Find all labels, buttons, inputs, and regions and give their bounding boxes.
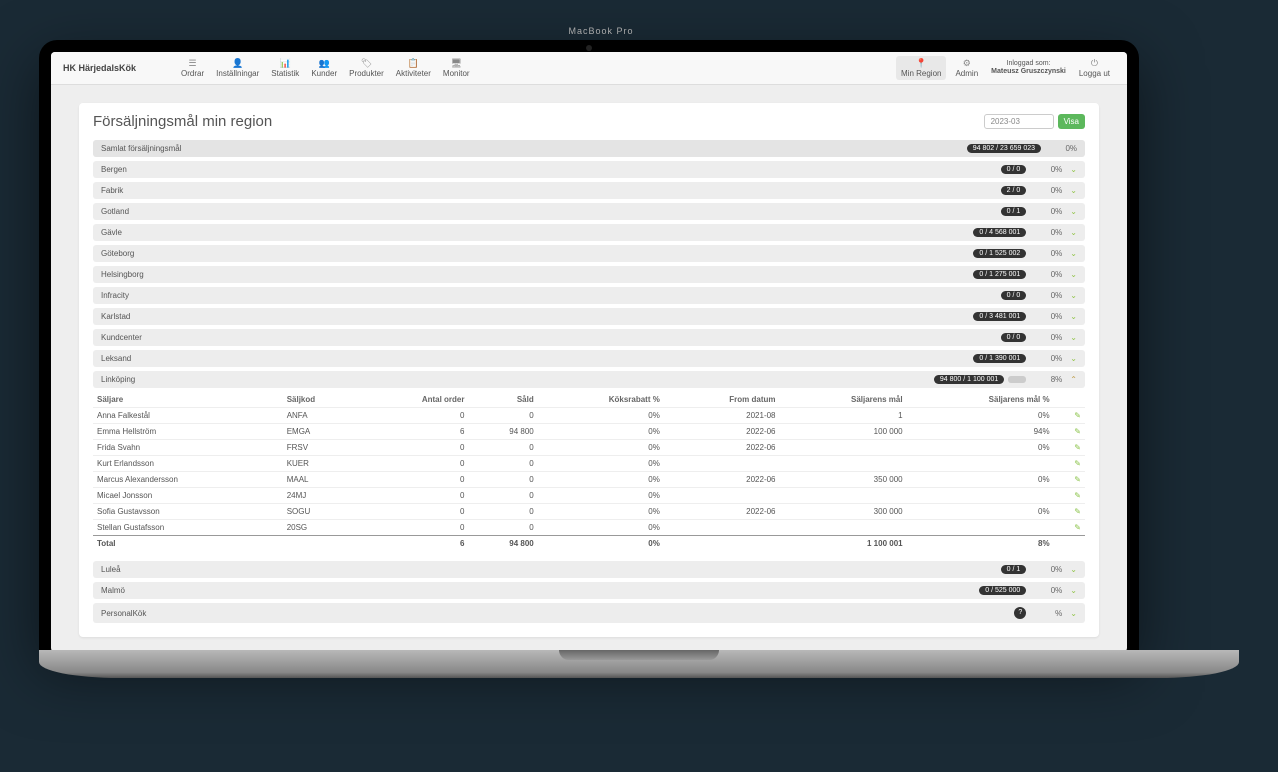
- region-badge: 0 / 0: [1001, 165, 1027, 174]
- expand-icon[interactable]: ⌄: [1070, 270, 1077, 279]
- region-badge: 0 / 1 525 002: [973, 249, 1026, 258]
- table-row: Anna FalkestålANFA000%2021-0810%✎: [93, 408, 1085, 424]
- region-row[interactable]: PersonalKök?%⌄: [93, 603, 1085, 623]
- region-badge: 0 / 1: [1001, 207, 1027, 216]
- region-row[interactable]: Bergen0 / 00%⌄: [93, 161, 1085, 178]
- region-badge: 0 / 525 000: [979, 586, 1026, 595]
- nav-icon: 📊: [271, 58, 299, 69]
- summary-row: Samlat försäljningsmål 94 802 / 23 659 0…: [93, 140, 1085, 157]
- logout-icon: ⏻: [1079, 58, 1110, 69]
- region-row[interactable]: Luleå0 / 10%⌄: [93, 561, 1085, 578]
- nav-admin[interactable]: ⚙Admin: [950, 56, 983, 80]
- region-badge: 0 / 1: [1001, 565, 1027, 574]
- expand-icon[interactable]: ⌄: [1070, 354, 1077, 363]
- nav-icon: 👥: [311, 58, 337, 69]
- nav-aktiviteter[interactable]: 📋Aktiviteter: [391, 56, 436, 80]
- pin-icon: 📍: [901, 58, 941, 69]
- expand-icon[interactable]: ⌄: [1070, 609, 1077, 618]
- expand-icon[interactable]: ⌄: [1070, 291, 1077, 300]
- nav-min-region[interactable]: 📍Min Region: [896, 56, 946, 80]
- navbar: HK HärjedalsKök ☰Ordrar👤Inställningar📊St…: [51, 52, 1127, 85]
- screen: HK HärjedalsKök ☰Ordrar👤Inställningar📊St…: [51, 52, 1127, 652]
- table-row: Emma HellströmEMGA694 8000%2022-06100 00…: [93, 424, 1085, 440]
- region-row[interactable]: Malmö0 / 525 0000%⌄: [93, 582, 1085, 599]
- edit-icon[interactable]: ✎: [1074, 491, 1081, 500]
- region-row[interactable]: Leksand0 / 1 390 0010%⌄: [93, 350, 1085, 367]
- edit-icon[interactable]: ✎: [1074, 411, 1081, 420]
- table-row: Kurt ErlandssonKUER000%✎: [93, 456, 1085, 472]
- collapse-icon[interactable]: ⌃: [1070, 375, 1077, 384]
- region-linkoping[interactable]: Linköping 94 800 / 1 100 001 8% ⌃: [93, 371, 1085, 388]
- edit-icon[interactable]: ✎: [1074, 459, 1081, 468]
- summary-badge: 94 802 / 23 659 023: [967, 144, 1041, 153]
- camera-notch: [586, 45, 592, 51]
- edit-icon[interactable]: ✎: [1074, 443, 1081, 452]
- region-row[interactable]: Infracity0 / 00%⌄: [93, 287, 1085, 304]
- region-row[interactable]: Kundcenter0 / 00%⌄: [93, 329, 1085, 346]
- edit-icon[interactable]: ✎: [1074, 475, 1081, 484]
- date-input[interactable]: [984, 114, 1054, 129]
- nav-inställningar[interactable]: 👤Inställningar: [211, 56, 264, 80]
- nav-statistik[interactable]: 📊Statistik: [266, 56, 304, 80]
- nav-center: ☰Ordrar👤Inställningar📊Statistik👥Kunder🏷P…: [176, 56, 475, 80]
- expand-icon[interactable]: ⌄: [1070, 249, 1077, 258]
- sales-table: Säljare Säljkod Antal order Såld Köksrab…: [93, 392, 1085, 551]
- nav-icon: 🖥: [443, 58, 470, 69]
- main-card: Försäljningsmål min region Visa Samlat f…: [79, 103, 1099, 637]
- nav-kunder[interactable]: 👥Kunder: [306, 56, 342, 80]
- region-badge: 0 / 3 481 001: [973, 312, 1026, 321]
- total-row: Total694 8000%1 100 0018%: [93, 536, 1085, 552]
- region-row[interactable]: Gävle0 / 4 568 0010%⌄: [93, 224, 1085, 241]
- expand-icon[interactable]: ⌄: [1070, 165, 1077, 174]
- expand-icon[interactable]: ⌄: [1070, 586, 1077, 595]
- nav-right: 📍Min Region ⚙Admin Inloggad som: Mateusz…: [896, 56, 1115, 80]
- edit-icon[interactable]: ✎: [1074, 427, 1081, 436]
- region-badge: ?: [1014, 607, 1026, 619]
- laptop-frame: HK HärjedalsKök ☰Ordrar👤Inställningar📊St…: [39, 40, 1139, 652]
- user-block: Inloggad som: Mateusz Gruszczynski: [987, 60, 1070, 75]
- nav-icon: 🏷: [349, 58, 384, 69]
- expand-icon[interactable]: ⌄: [1070, 333, 1077, 342]
- region-badge: 0 / 4 568 001: [973, 228, 1026, 237]
- edit-icon[interactable]: ✎: [1074, 507, 1081, 516]
- edit-icon[interactable]: ✎: [1074, 523, 1081, 532]
- laptop-base: [39, 650, 1239, 678]
- region-row[interactable]: Karlstad0 / 3 481 0010%⌄: [93, 308, 1085, 325]
- region-row[interactable]: Gotland0 / 10%⌄: [93, 203, 1085, 220]
- page-title: Försäljningsmål min region: [93, 113, 272, 130]
- expand-icon[interactable]: ⌄: [1070, 565, 1077, 574]
- brand-logo: HK HärjedalsKök: [63, 63, 136, 73]
- table-row: Frida SvahnFRSV000%2022-060%✎: [93, 440, 1085, 456]
- card-header: Försäljningsmål min region Visa: [93, 113, 1085, 130]
- content-area: Försäljningsmål min region Visa Samlat f…: [51, 85, 1127, 652]
- visa-button[interactable]: Visa: [1058, 114, 1085, 129]
- region-badge: 0 / 0: [1001, 291, 1027, 300]
- region-badge: 0 / 0: [1001, 333, 1027, 342]
- region-badge: 0 / 1 275 001: [973, 270, 1026, 279]
- region-row[interactable]: Fabrik2 / 00%⌄: [93, 182, 1085, 199]
- progress-bar: [1008, 376, 1026, 383]
- nav-icon: 📋: [396, 58, 431, 69]
- expand-icon[interactable]: ⌄: [1070, 228, 1077, 237]
- table-row: Micael Jonsson24MJ000%✎: [93, 488, 1085, 504]
- region-badge: 0 / 1 390 001: [973, 354, 1026, 363]
- table-row: Stellan Gustafsson20SG000%✎: [93, 520, 1085, 536]
- nav-produkter[interactable]: 🏷Produkter: [344, 56, 389, 80]
- expand-icon[interactable]: ⌄: [1070, 207, 1077, 216]
- nav-monitor[interactable]: 🖥Monitor: [438, 56, 475, 80]
- expand-icon[interactable]: ⌄: [1070, 312, 1077, 321]
- region-row[interactable]: Helsingborg0 / 1 275 0010%⌄: [93, 266, 1085, 283]
- gear-icon: ⚙: [955, 58, 978, 69]
- nav-icon: 👤: [216, 58, 259, 69]
- expand-icon[interactable]: ⌄: [1070, 186, 1077, 195]
- laptop-label: MacBook Pro: [51, 26, 1151, 36]
- region-row[interactable]: Göteborg0 / 1 525 0020%⌄: [93, 245, 1085, 262]
- table-row: Sofia GustavssonSOGU000%2022-06300 0000%…: [93, 504, 1085, 520]
- table-row: Marcus AlexanderssonMAAL000%2022-06350 0…: [93, 472, 1085, 488]
- nav-icon: ☰: [181, 58, 204, 69]
- region-badge: 2 / 0: [1001, 186, 1027, 195]
- nav-ordrar[interactable]: ☰Ordrar: [176, 56, 209, 80]
- nav-logout[interactable]: ⏻Logga ut: [1074, 56, 1115, 80]
